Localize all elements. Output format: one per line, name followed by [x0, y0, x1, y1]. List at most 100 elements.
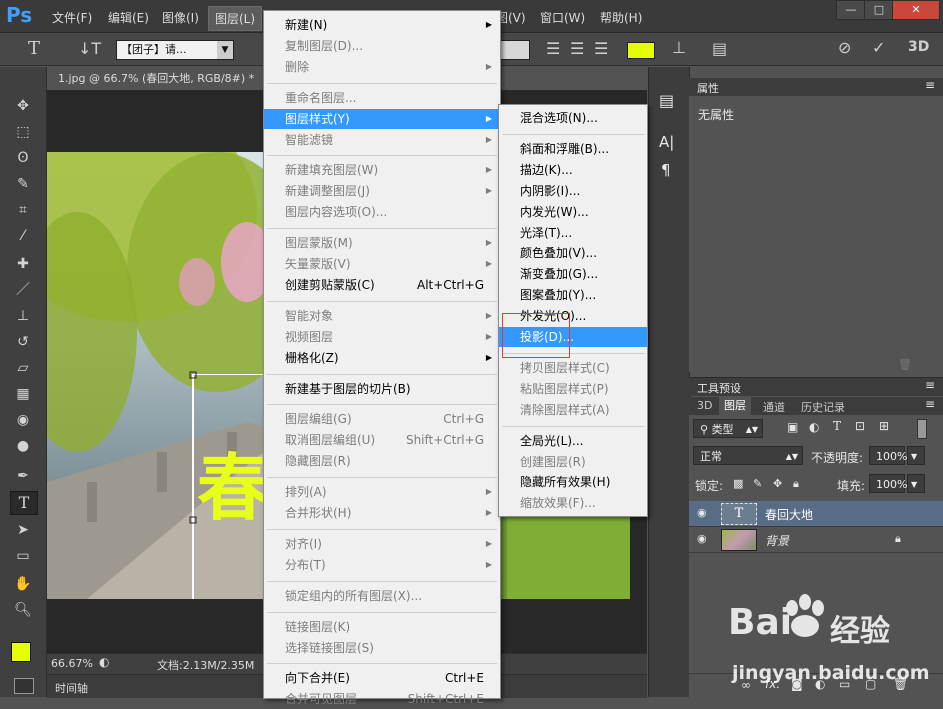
style-menu-item[interactable]: 全局光(L)...: [499, 431, 647, 451]
filter-pixel-icon[interactable]: ▣: [787, 420, 798, 434]
lock-all-icon[interactable]: 🔒︎: [793, 477, 799, 491]
marquee-tool-icon[interactable]: ⬚: [10, 121, 36, 143]
align-left-icon[interactable]: ☰: [546, 39, 560, 58]
style-menu-item[interactable]: 创建图层(R): [499, 452, 647, 472]
crop-tool-icon[interactable]: ⌗: [10, 199, 36, 221]
text-color-swatch[interactable]: [627, 42, 655, 59]
layer-menu-item[interactable]: 新建(N) ▶: [264, 15, 500, 35]
dodge-tool-icon[interactable]: ●: [10, 435, 36, 457]
move-tool-icon[interactable]: ✥: [10, 95, 36, 117]
layer-menu-item[interactable]: 锁定组内的所有图层(X)...: [264, 586, 500, 606]
style-menu-item[interactable]: 内阴影(I)...: [499, 181, 647, 201]
layer-menu-item[interactable]: 图层编组(G) Ctrl+G: [264, 409, 500, 429]
layer-menu-item[interactable]: 合并可见图层 Shift+Ctrl+E: [264, 689, 500, 709]
tab-layers[interactable]: 图层: [719, 397, 751, 415]
orient-icon[interactable]: ↓T: [78, 39, 101, 58]
layer-menu-item[interactable]: 创建剪贴蒙版(C) Alt+Ctrl+G: [264, 275, 500, 295]
paragraph-panel-icon[interactable]: ¶: [661, 161, 671, 179]
menu-file[interactable]: 文件(F): [52, 9, 92, 26]
style-menu-item[interactable]: 隐藏所有效果(H): [499, 472, 647, 492]
layer-menu-item[interactable]: 取消图层编组(U) Shift+Ctrl+G: [264, 430, 500, 450]
menu-window[interactable]: 窗口(W): [540, 9, 585, 26]
style-menu-item[interactable]: 颜色叠加(V)...: [499, 243, 647, 263]
layer-menu-item[interactable]: 栅格化(Z) ▶: [264, 348, 500, 368]
chevron-down-icon[interactable]: ▼: [907, 474, 925, 493]
timeline-label[interactable]: 时间轴: [55, 680, 88, 696]
chevron-down-icon[interactable]: ▼: [907, 446, 925, 465]
zoom-level[interactable]: 66.67%: [51, 657, 93, 670]
layer-menu-item[interactable]: 排列(A) ▶: [264, 482, 500, 502]
style-menu-item[interactable]: 描边(K)...: [499, 160, 647, 180]
character-panel-icon[interactable]: A|: [659, 133, 674, 151]
gradient-tool-icon[interactable]: ▦: [10, 383, 36, 405]
layer-menu-item[interactable]: 重命名图层...: [264, 88, 500, 108]
layer-filter-select[interactable]: ⚲ 类型 ▲▼: [693, 419, 763, 438]
style-menu-item[interactable]: 渐变叠加(G)...: [499, 264, 647, 284]
style-menu-item[interactable]: 缩放效果(F)...: [499, 493, 647, 513]
close-button[interactable]: ✕: [892, 0, 940, 20]
layer-menu-item[interactable]: 图层样式(Y) ▶: [264, 108, 500, 129]
eraser-tool-icon[interactable]: ▱: [10, 357, 36, 379]
layer-menu-item[interactable]: 向下合并(E) Ctrl+E: [264, 668, 500, 688]
lock-paint-icon[interactable]: ✎: [753, 477, 762, 490]
lock-pixels-icon[interactable]: ▩: [733, 477, 743, 490]
brush-tool-icon[interactable]: ／: [10, 279, 36, 301]
panels-icon[interactable]: ▤: [712, 39, 727, 58]
menu-edit[interactable]: 编辑(E): [108, 9, 149, 26]
menu-help[interactable]: 帮助(H): [600, 9, 642, 26]
layer-row[interactable]: ◉ T 春回大地: [689, 501, 943, 527]
type-tool-icon[interactable]: T: [28, 38, 40, 59]
menu-layer[interactable]: 图层(L): [208, 6, 263, 31]
layer-menu-item[interactable]: 对齐(I) ▶: [264, 534, 500, 554]
3d-icon[interactable]: 3D: [908, 39, 929, 55]
cancel-icon[interactable]: ⊘: [838, 38, 851, 57]
layer-row[interactable]: ◉ 背景 🔒︎: [689, 527, 943, 553]
lasso-tool-icon[interactable]: ʘ: [10, 147, 36, 169]
align-center-icon[interactable]: ☰: [570, 39, 584, 58]
align-right-icon[interactable]: ☰: [594, 39, 608, 58]
layer-menu-item[interactable]: 合并形状(H) ▶: [264, 503, 500, 523]
eye-icon[interactable]: ◉: [697, 532, 707, 545]
maximize-button[interactable]: □: [864, 0, 894, 20]
style-menu-item[interactable]: 清除图层样式(A): [499, 400, 647, 420]
layer-menu-item[interactable]: 图层蒙版(M) ▶: [264, 233, 500, 253]
style-menu-item[interactable]: 光泽(T)...: [499, 223, 647, 243]
quick-select-tool-icon[interactable]: ✎: [10, 173, 36, 195]
layer-menu-item[interactable]: 矢量蒙版(V) ▶: [264, 254, 500, 274]
layer-menu-item[interactable]: 新建填充图层(W) ▶: [264, 160, 500, 180]
layer-menu-item[interactable]: 新建调整图层(J) ▶: [264, 181, 500, 201]
layer-menu-item[interactable]: 选择链接图层(S): [264, 638, 500, 658]
history-panel-icon[interactable]: ▤: [659, 91, 674, 110]
foreground-color-swatch[interactable]: [11, 642, 31, 662]
shape-tool-icon[interactable]: ▭: [10, 545, 36, 567]
blur-tool-icon[interactable]: ◉: [10, 409, 36, 431]
path-select-icon[interactable]: ➤: [10, 519, 36, 541]
eye-icon[interactable]: ◉: [697, 506, 707, 519]
screen-mode-icon[interactable]: [14, 678, 34, 694]
layer-menu-item[interactable]: 图层内容选项(O)...: [264, 202, 500, 222]
filter-toggle[interactable]: [917, 419, 927, 439]
canvas-text[interactable]: 春: [197, 452, 269, 524]
layer-menu-item[interactable]: 删除 ▶: [264, 57, 500, 77]
layer-menu-item[interactable]: 分布(T) ▶: [264, 555, 500, 575]
filter-shape-icon[interactable]: ⊡: [855, 419, 865, 433]
style-menu-item[interactable]: 粘贴图层样式(P): [499, 379, 647, 399]
layer-name[interactable]: 背景: [765, 532, 789, 549]
tab-history[interactable]: 历史记录: [801, 399, 845, 415]
style-menu-item[interactable]: 混合选项(N)...: [499, 108, 647, 128]
menu-image[interactable]: 图像(I): [162, 9, 199, 26]
opacity-input[interactable]: 100%: [869, 446, 907, 465]
layer-menu-item[interactable]: 视频图层 ▶: [264, 327, 500, 347]
panel-menu-icon[interactable]: ≡: [925, 378, 935, 392]
hand-tool-icon[interactable]: ✋: [10, 573, 36, 595]
panel-menu-icon[interactable]: ≡: [925, 78, 935, 92]
blend-mode-select[interactable]: 正常 ▲▼: [693, 446, 803, 465]
trash-icon[interactable]: 🗑︎: [898, 358, 912, 371]
filter-type-icon[interactable]: T: [833, 419, 841, 433]
tool-preset-title[interactable]: 工具预设: [697, 380, 741, 396]
minimize-button[interactable]: —: [836, 0, 866, 20]
history-brush-icon[interactable]: ↺: [10, 331, 36, 353]
layer-menu-item[interactable]: 新建基于图层的切片(B): [264, 379, 500, 399]
style-menu-item[interactable]: 斜面和浮雕(B)...: [499, 139, 647, 159]
layer-menu-item[interactable]: 智能对象 ▶: [264, 306, 500, 326]
